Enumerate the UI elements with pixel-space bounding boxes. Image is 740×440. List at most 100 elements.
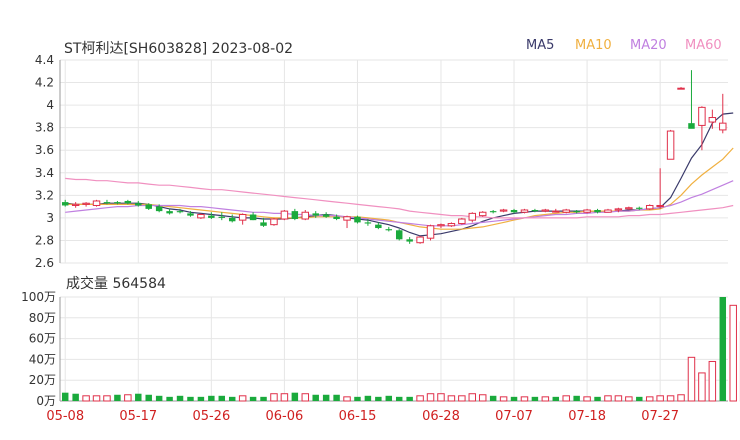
candle-body <box>625 207 633 210</box>
volume-bar <box>636 396 643 401</box>
volume-bar <box>187 396 194 401</box>
volume-bar <box>218 395 226 401</box>
candle-body <box>238 214 247 221</box>
price-tick-label: 3 <box>46 211 54 225</box>
candle-body <box>520 209 529 213</box>
volume-bar <box>322 394 330 401</box>
date-label: 06-06 <box>266 409 304 424</box>
candle-body <box>135 203 142 206</box>
candle-body <box>562 209 570 213</box>
candle-body <box>688 123 695 129</box>
candle-body <box>416 236 424 244</box>
candle-body <box>249 214 257 221</box>
candle-body <box>478 211 487 217</box>
price-tick-label: 2.8 <box>35 233 54 247</box>
candle-body <box>103 202 111 204</box>
volume-bar <box>719 297 727 401</box>
volume-bar <box>583 396 591 402</box>
volume-tick-label: 20万 <box>29 373 56 387</box>
candle-body <box>364 222 372 224</box>
candle-body <box>719 122 727 131</box>
candle-body <box>82 202 90 205</box>
volume-bar <box>489 395 497 401</box>
candle-body <box>573 211 580 213</box>
volume-tick-label: 60万 <box>29 332 56 346</box>
volume-bar <box>249 396 257 401</box>
candle-body <box>614 208 623 211</box>
candle-body <box>155 206 163 212</box>
candle-body <box>280 210 289 220</box>
candle-body <box>666 130 675 160</box>
candle-body <box>92 200 101 206</box>
price-tick-label: 4 <box>46 98 54 112</box>
volume-bar <box>562 395 570 402</box>
volume-bar <box>395 396 403 401</box>
date-label: 07-07 <box>495 409 533 424</box>
candle-body <box>395 230 403 240</box>
candle-body <box>176 211 184 213</box>
candle-body <box>656 204 664 207</box>
volume-bar <box>708 360 717 402</box>
candle-body <box>406 239 413 242</box>
volume-bar <box>437 393 445 402</box>
volume-bar <box>114 394 121 401</box>
candle-body <box>322 214 330 217</box>
price-tick-label: 3.8 <box>35 121 54 135</box>
candle-body <box>552 210 560 213</box>
volume-bar <box>468 393 477 402</box>
candle-body <box>208 215 215 218</box>
candle-body <box>458 218 466 225</box>
candle-body <box>187 213 194 216</box>
candle-body <box>499 209 508 212</box>
volume-bar <box>656 395 664 402</box>
volume-bar <box>458 395 466 402</box>
price-tick-label: 3.2 <box>35 188 54 202</box>
volume-bar <box>124 394 132 402</box>
candle-body <box>218 216 226 218</box>
volume-tick-label: 100万 <box>21 290 56 304</box>
volume-bar <box>103 395 111 402</box>
volume-bar <box>573 395 580 401</box>
volume-bar <box>645 396 654 402</box>
volume-bar <box>72 393 79 401</box>
volume-bar <box>499 396 508 402</box>
volume-bar <box>270 393 278 402</box>
volume-bar <box>416 395 424 402</box>
price-tick-label: 3.6 <box>35 143 54 157</box>
volume-bar <box>478 394 487 402</box>
candle-body <box>166 211 173 214</box>
candle-body <box>197 214 205 219</box>
candle-body <box>489 211 497 213</box>
candle-body <box>375 224 382 229</box>
volume-bar <box>135 393 142 401</box>
volume-bar <box>238 395 247 402</box>
price-tick-label: 2.6 <box>35 256 54 270</box>
volume-bar <box>531 396 539 401</box>
candle-body <box>594 209 601 213</box>
volume-bar <box>228 396 236 401</box>
candle-body <box>145 204 152 209</box>
volume-bar <box>625 396 633 402</box>
volume-bar <box>92 395 101 402</box>
candle-body <box>426 225 435 239</box>
volume-bar <box>333 394 340 401</box>
candle-body <box>708 117 717 123</box>
candle-body <box>270 218 278 226</box>
volume-bar <box>312 394 319 401</box>
candle-body <box>260 222 267 226</box>
candle-body <box>291 211 299 220</box>
volume-bar <box>82 395 90 402</box>
volume-bar <box>594 396 601 401</box>
price-tick-label: 4.2 <box>35 76 54 90</box>
candle-body <box>677 87 685 90</box>
volume-bar <box>343 396 351 402</box>
date-label: 07-18 <box>568 409 606 424</box>
volume-tick-label: 0万 <box>36 394 56 408</box>
candle-body <box>636 207 643 209</box>
stock-chart: 4.4 4.2 4 3.8 3.6 3.4 3.2 3 2.8 2.6 100万 80万 60万 40万 2… <box>21 53 740 424</box>
price-tick-label: 4.4 <box>35 53 54 67</box>
candle-body <box>114 202 121 204</box>
candle-body <box>531 209 539 212</box>
date-label: 06-15 <box>339 409 377 424</box>
volume-bar <box>510 396 518 401</box>
